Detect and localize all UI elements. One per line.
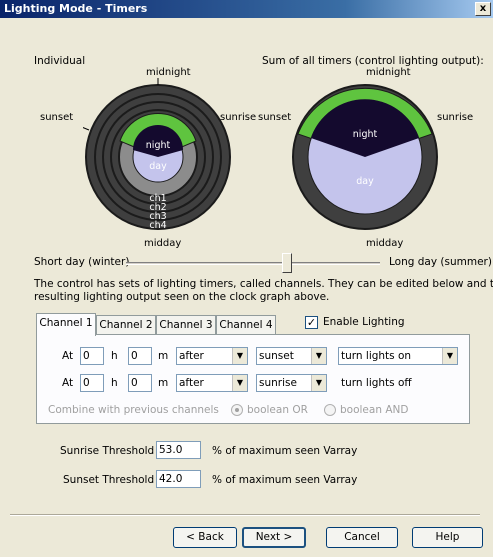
sum-clock: night day (292, 84, 438, 230)
right-sunset-label: sunset (258, 112, 292, 123)
row1-relation-value: after (179, 350, 204, 362)
individual-clock: night day ch1 ch2 ch3 ch4 (83, 78, 231, 231)
right-sunrise-label: sunrise (437, 112, 474, 123)
sunrise-threshold-input[interactable]: 53.0 (156, 441, 201, 459)
individual-label: Individual (34, 55, 86, 67)
row2-relation-select[interactable]: after ▼ (176, 374, 248, 392)
tab-channel-2[interactable]: Channel 2 (96, 315, 156, 335)
left-night-text: night (146, 140, 171, 151)
row1-action-value: turn lights on (341, 350, 412, 362)
ch4-label: ch4 (149, 220, 166, 231)
sunrise-threshold-label: Sunrise Threshold (60, 445, 155, 457)
right-day-text: day (356, 176, 374, 187)
chevron-down-icon[interactable]: ▼ (232, 348, 247, 364)
right-midnight-label: midnight (366, 67, 411, 78)
chevron-down-icon[interactable]: ▼ (311, 348, 326, 364)
row2-action-label: turn lights off (341, 377, 412, 389)
boolean-or-radio[interactable] (231, 404, 243, 416)
sunset-threshold-input[interactable]: 42.0 (156, 470, 201, 488)
description-line-2: resulting lighting output seen on the cl… (34, 291, 330, 303)
row2-at-label: At (62, 377, 74, 389)
row1-relation-select[interactable]: after ▼ (176, 347, 248, 365)
row1-hours-input[interactable]: 0 (80, 347, 104, 365)
chevron-down-icon[interactable]: ▼ (311, 375, 326, 391)
row2-h-label: h (111, 377, 118, 389)
sunset-threshold-unit: % of maximum seen Varray (212, 474, 358, 486)
enable-lighting-label: Enable Lighting (323, 316, 405, 328)
cancel-button[interactable]: Cancel (326, 527, 398, 548)
row2-m-label: m (158, 377, 169, 389)
tab-channel-1[interactable]: Channel 1 (36, 313, 96, 336)
row1-action-select[interactable]: turn lights on ▼ (338, 347, 458, 365)
boolean-and-radio[interactable] (324, 404, 336, 416)
row2-hours-input[interactable]: 0 (80, 374, 104, 392)
boolean-and-label: boolean AND (340, 404, 409, 416)
row1-h-label: h (111, 350, 118, 362)
row1-event-select[interactable]: sunset ▼ (256, 347, 327, 365)
slider-right-label: Long day (summer) (389, 256, 492, 268)
row2-relation-value: after (179, 377, 204, 389)
enable-lighting-checkbox[interactable]: ✓ (305, 316, 318, 329)
tab-channel-3[interactable]: Channel 3 (156, 315, 216, 335)
row2-minutes-input[interactable]: 0 (128, 374, 152, 392)
tab-channel-4[interactable]: Channel 4 (216, 315, 276, 335)
chevron-down-icon[interactable]: ▼ (442, 348, 457, 364)
left-midday-label: midday (144, 238, 182, 249)
back-button[interactable]: < Back (173, 527, 237, 548)
sum-label: Sum of all timers (control lighting outp… (262, 55, 484, 67)
day-length-slider-track[interactable] (126, 262, 380, 265)
lighting-timers-window: Lighting Mode - Timers x Individual Sum … (0, 0, 493, 557)
chevron-down-icon[interactable]: ▼ (232, 375, 247, 391)
next-button[interactable]: Next > (242, 527, 306, 548)
sunset-threshold-label: Sunset Threshold (63, 474, 155, 486)
title-bar: Lighting Mode - Timers (0, 0, 493, 18)
slider-left-label: Short day (winter) (34, 256, 130, 268)
description-line-1: The control has sets of lighting timers,… (34, 278, 493, 290)
left-sunrise-label: sunrise (220, 112, 257, 123)
window-title: Lighting Mode - Timers (4, 2, 148, 15)
row1-at-label: At (62, 350, 74, 362)
combine-label: Combine with previous channels (48, 404, 219, 416)
row2-event-select[interactable]: sunrise ▼ (256, 374, 327, 392)
right-night-text: night (353, 129, 378, 140)
footer-separator (10, 514, 480, 516)
row1-minutes-input[interactable]: 0 (128, 347, 152, 365)
row1-event-value: sunset (259, 350, 294, 362)
close-button[interactable]: x (475, 2, 491, 16)
right-midday-label: midday (366, 238, 404, 249)
left-sunset-label: sunset (40, 112, 74, 123)
row2-event-value: sunrise (259, 377, 297, 389)
day-length-slider-thumb[interactable] (282, 253, 293, 273)
left-midnight-label: midnight (146, 67, 191, 78)
left-day-text: day (149, 161, 167, 172)
help-button[interactable]: Help (412, 527, 483, 548)
boolean-or-label: boolean OR (247, 404, 308, 416)
row1-m-label: m (158, 350, 169, 362)
sunrise-threshold-unit: % of maximum seen Varray (212, 445, 358, 457)
